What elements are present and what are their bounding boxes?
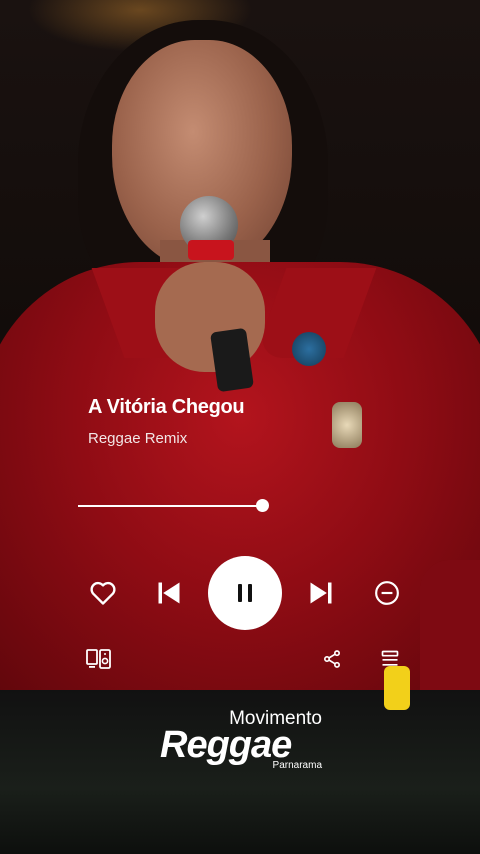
skip-previous-icon[interactable] (154, 578, 184, 608)
photo-yellow-object (384, 666, 410, 710)
photo-earpiece (292, 332, 326, 366)
photo-brooch (332, 402, 362, 448)
microphone-band (188, 240, 234, 260)
progress-knob[interactable] (256, 499, 269, 512)
song-subtitle: Reggae Remix (88, 430, 188, 447)
play-pause-button[interactable] (208, 556, 282, 630)
queue-icon[interactable] (378, 646, 402, 672)
progress-bar[interactable] (78, 505, 262, 507)
logo-line-3: Parnarama (272, 760, 322, 771)
connect-device-icon[interactable] (84, 645, 114, 673)
share-icon[interactable] (320, 646, 344, 672)
player-screen: A Vitória Chegou Reggae Remix Movimento … (0, 0, 480, 854)
skip-next-icon[interactable] (306, 578, 336, 608)
heart-outline-icon[interactable] (88, 578, 118, 608)
movimento-reggae-logo: Movimento Reggae Parnarama (156, 708, 336, 778)
pause-icon (238, 584, 252, 602)
minus-circle-icon[interactable] (372, 578, 402, 608)
song-title: A Vitória Chegou (88, 396, 245, 418)
